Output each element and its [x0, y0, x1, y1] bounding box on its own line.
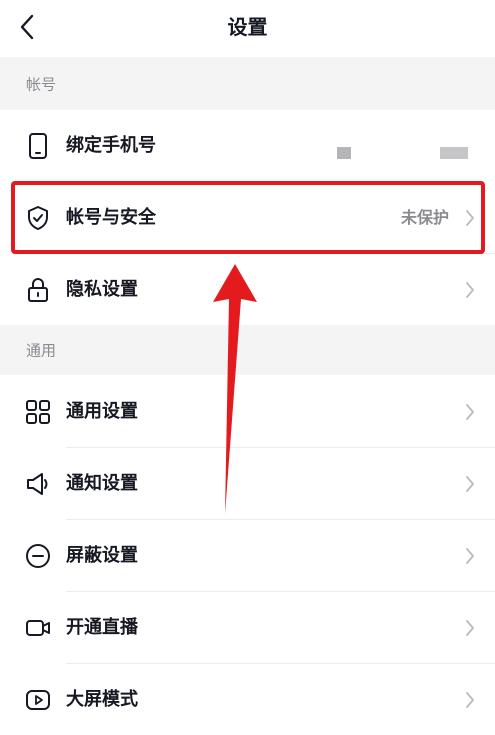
annotation-arrow [213, 264, 257, 514]
chevron-right-icon [465, 619, 475, 637]
chevron-right-icon [465, 691, 475, 709]
row-label: 大屏模式 [66, 689, 138, 710]
top-bar: 设置 [0, 0, 495, 55]
highlight-box [11, 181, 485, 254]
redacted-phone-part [337, 147, 351, 159]
section-header-account: 帐号 [0, 57, 495, 110]
row-label: 屏蔽设置 [66, 545, 138, 566]
video-camera-icon [24, 614, 52, 642]
chevron-right-icon [465, 403, 475, 421]
chevron-right-icon [465, 281, 475, 299]
row-label: 开通直播 [66, 617, 138, 638]
page-title: 设置 [227, 15, 268, 39]
section-title: 通用 [26, 341, 57, 360]
back-button[interactable] [14, 14, 40, 40]
settings-row-bind-phone[interactable]: 绑定手机号 [0, 110, 495, 181]
minus-circle-icon [24, 542, 52, 570]
settings-row-large-screen[interactable]: 大屏模式 [0, 664, 495, 735]
row-label: 隐私设置 [66, 279, 138, 300]
redacted-phone-part [440, 147, 468, 159]
chevron-right-icon [465, 547, 475, 565]
lock-icon [24, 276, 52, 304]
phone-icon [24, 132, 52, 160]
chevron-left-icon [20, 14, 34, 40]
chevron-right-icon [465, 475, 475, 493]
settings-row-live[interactable]: 开通直播 [0, 592, 495, 663]
section-title: 帐号 [26, 75, 57, 93]
settings-row-block[interactable]: 屏蔽设置 [0, 520, 495, 591]
row-label: 绑定手机号 [66, 135, 156, 156]
play-screen-icon [24, 686, 52, 714]
speaker-icon [24, 470, 52, 498]
grid-icon [24, 398, 52, 426]
row-label: 通知设置 [66, 473, 138, 494]
row-label: 通用设置 [66, 401, 138, 422]
